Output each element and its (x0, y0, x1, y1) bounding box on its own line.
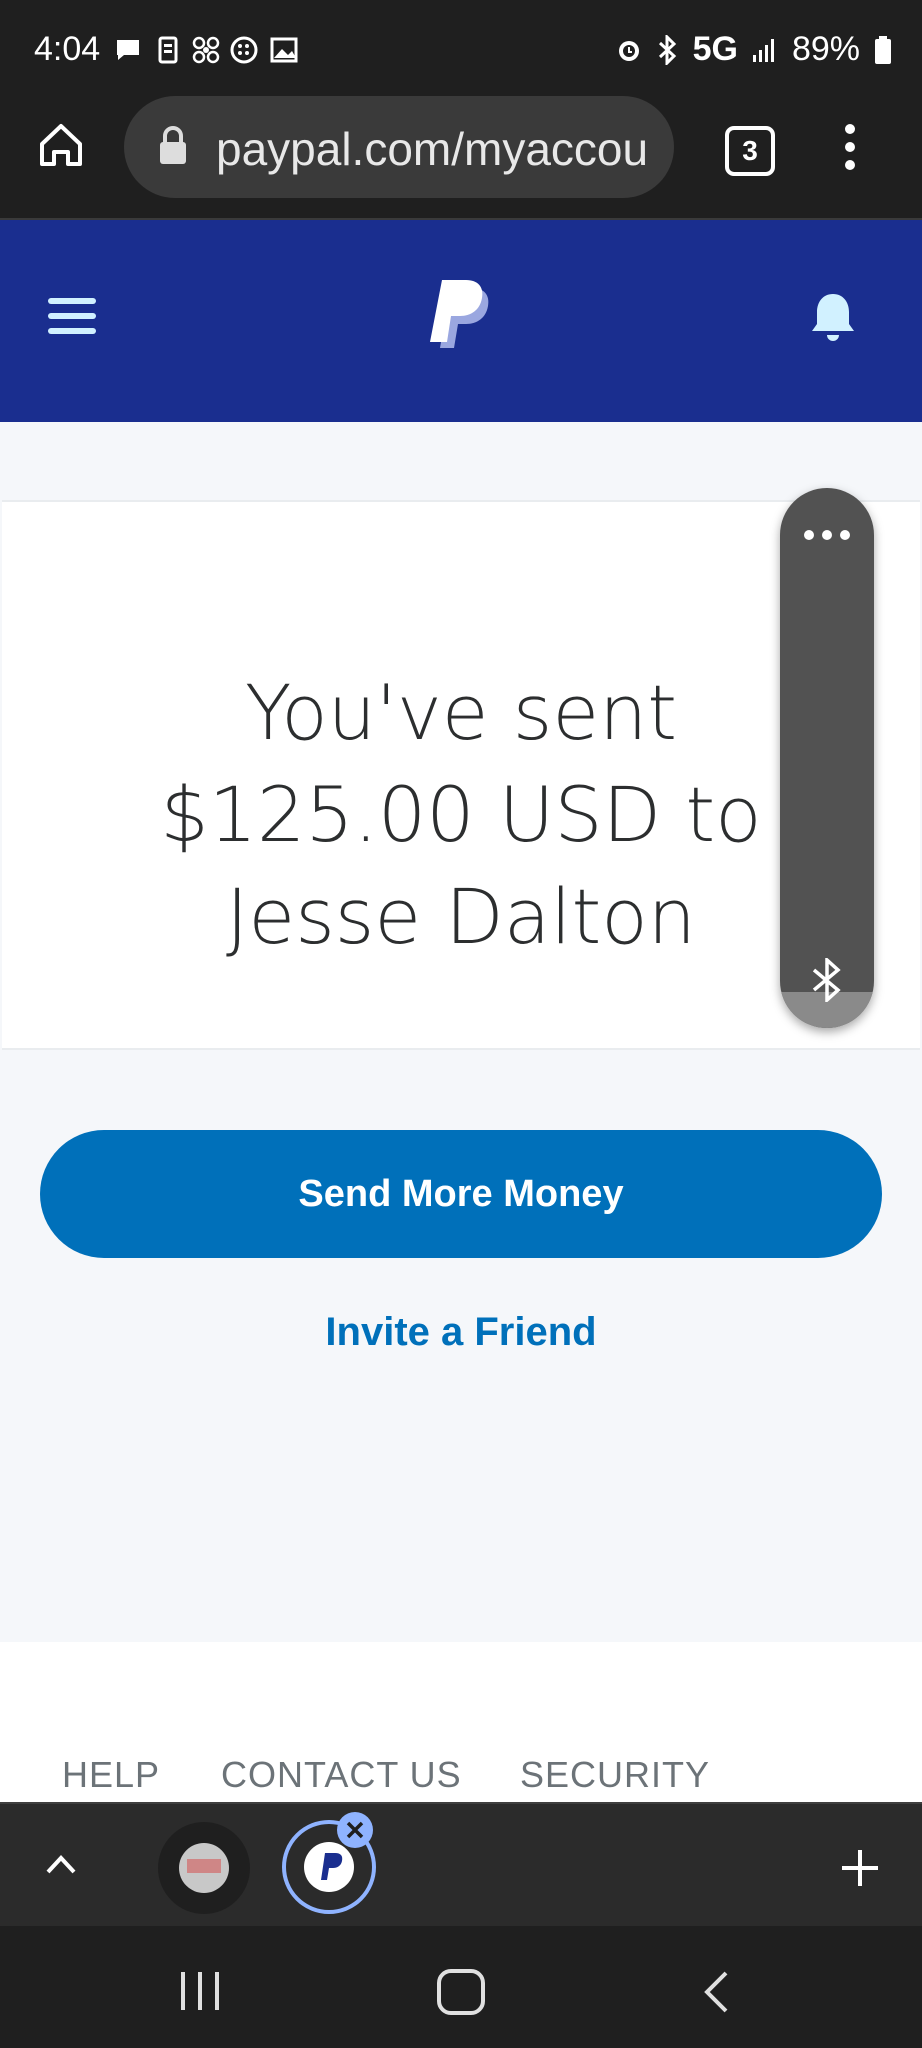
status-right: 5G 89% (615, 30, 892, 69)
signal-icon (752, 38, 774, 62)
close-tab-button[interactable] (337, 1812, 373, 1848)
add-tab-icon[interactable] (840, 1848, 880, 1888)
battery-percent: 89% (791, 30, 860, 68)
tab-favicon-1 (179, 1843, 229, 1893)
notification-bell-icon[interactable] (810, 290, 856, 344)
floating-edge-panel[interactable] (780, 488, 874, 1028)
url-text: paypal.com/myaccou (216, 123, 649, 175)
home-icon[interactable] (36, 120, 86, 170)
message-icon (117, 40, 139, 60)
footer-contact-link[interactable]: CONTACT US (221, 1754, 462, 1796)
tab-strip (0, 1802, 922, 1928)
bluetooth-icon (658, 34, 676, 65)
recent-apps-icon[interactable] (178, 1970, 224, 2012)
tab-switcher-button[interactable]: 3 (725, 126, 775, 176)
paypal-header (0, 220, 922, 422)
overflow-menu-icon[interactable] (836, 122, 864, 172)
alarm-icon (618, 40, 639, 61)
page-footer: HELP CONTACT US SECURITY (0, 1642, 922, 1802)
close-icon (346, 1821, 364, 1839)
footer-security-link[interactable]: SECURITY (520, 1754, 710, 1796)
footer-help-link[interactable]: HELP (62, 1754, 160, 1796)
back-icon[interactable] (702, 1970, 730, 2014)
bluetooth-icon[interactable] (810, 958, 844, 1002)
address-bar[interactable]: paypal.com/myaccou (124, 96, 674, 198)
tab-favicon-paypal (304, 1842, 354, 1892)
status-time: 4:04 (34, 30, 101, 68)
hamburger-menu-icon[interactable] (48, 296, 96, 336)
battery-icon (875, 35, 891, 64)
paypal-favicon-icon (321, 1853, 343, 1880)
status-bar: 4:04 5G 89% (0, 0, 922, 100)
network-label: 5G (692, 30, 738, 68)
tab-thumbnail-1[interactable] (158, 1822, 250, 1914)
fan-icon (192, 36, 220, 64)
more-dots-icon[interactable] (802, 528, 852, 542)
blackberry-icon (230, 36, 258, 64)
home-button-icon[interactable] (436, 1968, 486, 2016)
system-navigation-bar (0, 1926, 922, 2048)
lock-icon (160, 126, 186, 164)
gallery-icon (270, 37, 298, 63)
invite-friend-link[interactable]: Invite a Friend (0, 1310, 922, 1355)
sim-icon (158, 36, 178, 64)
send-more-money-button[interactable]: Send More Money (40, 1130, 882, 1258)
paypal-logo-icon (430, 280, 489, 348)
chevron-up-icon[interactable] (44, 1852, 78, 1876)
